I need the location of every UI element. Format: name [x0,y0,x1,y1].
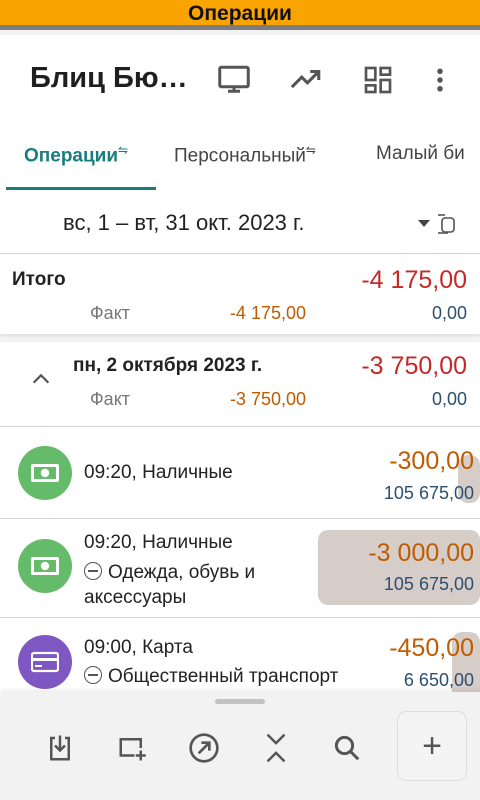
transaction-balance: 105 675,00 [383,483,474,503]
day-fact-label: Факт [90,389,131,409]
add-operation-button[interactable]: + [397,711,467,781]
tab-link-icon: ⇋ [118,143,129,157]
day-group-header[interactable]: пн, 2 октября 2023 г. -3 750,00 Факт -3 … [0,342,480,426]
tab-personal[interactable]: Персональный⇋ [174,143,316,167]
tab-operations-label: Операции [24,145,119,167]
tab-link-icon: ⇋ [305,143,316,157]
totals-card: Итого -4 175,00 Факт -4 175,00 0,00 [0,254,480,334]
tab-small-business[interactable]: Малый би [376,143,465,165]
drag-handle[interactable] [215,699,265,704]
arrow-up-right-circle-icon[interactable] [184,728,224,768]
cash-icon [18,446,72,500]
transaction-row[interactable]: 09:20, Наличные Одежда, обувь и аксессуа… [0,519,480,617]
dashboard-grid-icon[interactable] [358,60,398,100]
chevron-down-icon [418,220,430,227]
tab-indicator [6,187,156,190]
transaction-category-label: Одежда, обувь и аксессуары [84,562,256,608]
transaction-category: Общественный транспорт [84,666,338,688]
totals-fact-label: Факт [90,303,131,323]
tab-bar: Операции⇋ Персональный⇋ Малый би [0,125,480,192]
add-window-icon[interactable] [112,728,152,768]
monitor-icon[interactable] [214,60,254,100]
transaction-balance: 105 675,00 [383,574,474,594]
search-icon[interactable] [327,728,367,768]
import-icon[interactable] [40,728,80,768]
collapse-icon[interactable] [256,728,296,768]
bottom-toolbar: + [0,692,480,800]
transaction-category-label: Общественный транспорт [108,666,339,687]
tab-operations[interactable]: Операции⇋ [24,143,128,167]
status-bar: Операции [0,0,480,30]
totals-fact-amount: -4 175,00 [229,303,306,323]
period-swap-icon [438,214,455,234]
totals-amount: -4 175,00 [361,266,467,294]
totals-fact-balance: 0,00 [431,303,467,323]
more-vertical-icon[interactable] [420,60,460,100]
transaction-amount: -450,00 [389,634,474,662]
tab-small-business-label: Малый би [376,143,465,164]
plus-icon: + [422,727,442,765]
app-title: Блиц Бю… [30,62,188,94]
transaction-row[interactable]: 09:20, Наличные -300,00 105 675,00 [0,427,480,518]
transaction-time-account: 09:00, Карта [84,637,193,658]
transaction-category: Одежда, обувь и аксессуары [84,560,304,610]
cash-icon [18,539,72,593]
status-title: Операции [188,2,292,25]
day-amount: -3 750,00 [361,352,467,380]
credit-card-icon [18,635,72,689]
trending-up-icon[interactable] [286,60,326,100]
totals-title: Итого [12,269,66,290]
day-date: пн, 2 октября 2023 г. [73,355,263,376]
period-dropdown[interactable] [416,212,460,236]
collapse-chevron-icon[interactable] [30,368,52,395]
transaction-time-account: 09:20, Наличные [84,462,233,483]
transaction-amount: -3 000,00 [368,539,474,567]
app-bar: Блиц Бю… [0,35,480,125]
period-selector[interactable]: вс, 1 – вт, 31 окт. 2023 г. [0,192,480,254]
transaction-row[interactable]: 09:00, Карта Общественный транспорт -450… [0,618,480,692]
day-fact-balance: 0,00 [431,389,467,409]
minus-circle-icon [84,666,102,684]
period-label: вс, 1 – вт, 31 окт. 2023 г. [63,210,305,235]
day-fact-amount: -3 750,00 [229,389,306,409]
transaction-balance: 6 650,00 [403,670,474,690]
transaction-amount: -300,00 [389,447,474,475]
minus-circle-icon [84,562,102,580]
transaction-time-account: 09:20, Наличные [84,532,233,553]
tab-personal-label: Персональный [174,145,306,167]
